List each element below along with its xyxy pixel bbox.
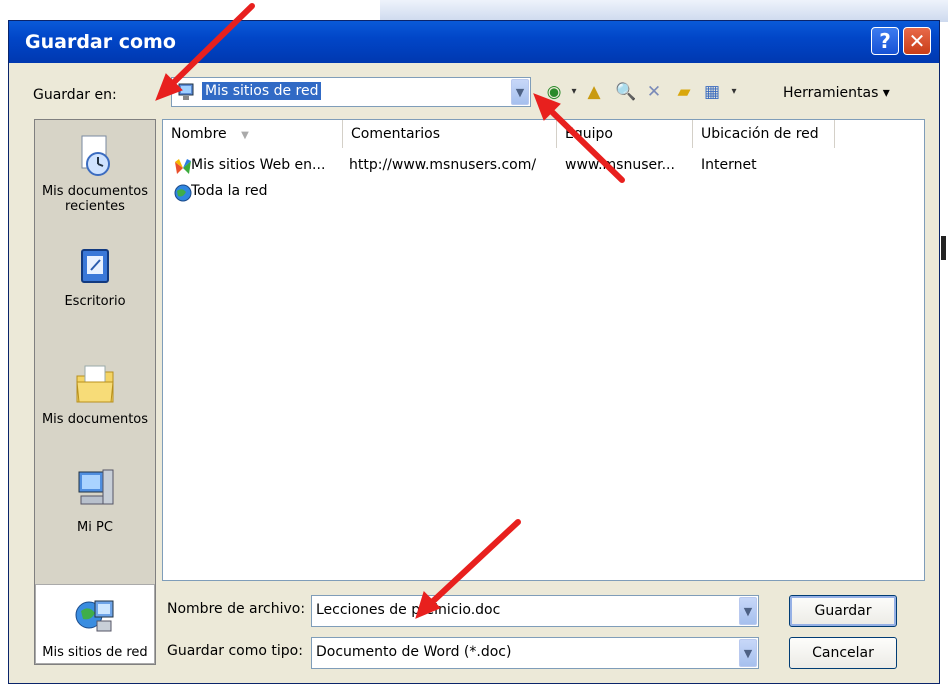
tools-menu[interactable]: Herramientas ▾ — [783, 85, 890, 101]
views-icon[interactable]: ▦ — [701, 81, 723, 103]
column-header-computer[interactable]: Equipo — [557, 120, 693, 148]
file-name: Toda la red — [191, 183, 268, 199]
save-in-value: Mis sitios de red — [202, 82, 322, 100]
save-button[interactable]: Guardar — [789, 595, 897, 627]
up-folder-icon[interactable]: ▲ — [583, 81, 605, 103]
file-name-value: Lecciones de preinicio.doc — [316, 602, 501, 618]
place-label: Escritorio — [64, 294, 126, 309]
save-in-label: Guardar en: — [33, 87, 117, 103]
back-icon[interactable]: ◉ — [543, 81, 565, 103]
place-label: Mis sitios de red — [42, 645, 148, 660]
network-places-icon — [75, 600, 114, 632]
network-places-icon — [178, 83, 194, 100]
desktop-icon — [81, 249, 109, 283]
sort-arrow-icon: ▼ — [241, 130, 249, 141]
column-header-name[interactable]: Nombre ▼ — [163, 120, 343, 148]
file-comment: http://www.msnusers.com/ — [349, 157, 537, 173]
file-name: Mis sitios Web en... — [191, 157, 326, 173]
back-dropdown-icon[interactable]: ▾ — [563, 81, 585, 103]
new-folder-icon[interactable]: ▰ — [673, 81, 695, 103]
msn-butterfly-icon — [175, 159, 191, 174]
place-label: Mi PC — [77, 520, 113, 535]
save-as-dialog: Guardar como ? ✕ Guardar en: Mis sitios … — [8, 20, 940, 684]
column-headers: Nombre ▼ Comentarios Equipo Ubicación de… — [163, 120, 924, 148]
title-bar[interactable]: Guardar como ? ✕ — [9, 21, 939, 63]
file-list[interactable]: Nombre ▼ Comentarios Equipo Ubicación de… — [162, 119, 925, 581]
close-button[interactable]: ✕ — [903, 27, 931, 55]
save-in-combo[interactable]: Mis sitios de red ▼ — [171, 77, 531, 107]
place-label: Mis documentos — [41, 412, 149, 427]
save-in-dropdown-button[interactable]: ▼ — [511, 79, 529, 105]
help-button[interactable]: ? — [871, 27, 899, 55]
globe-network-icon — [174, 184, 192, 202]
file-type-value: Documento de Word (*.doc) — [316, 644, 512, 660]
location-row: Guardar en: Mis sitios de red ▼ ◉ ▾ ▲ 🔍 … — [9, 63, 939, 115]
place-my-documents[interactable]: Mis documentos — [35, 360, 155, 427]
column-header-comments[interactable]: Comentarios — [343, 120, 557, 148]
search-web-icon[interactable]: 🔍 — [615, 81, 637, 103]
file-computer: www.msnuser... — [565, 157, 675, 173]
place-recent-documents[interactable]: Mis documentos recientes — [35, 134, 155, 214]
my-documents-icon — [76, 365, 114, 403]
column-header-location[interactable]: Ubicación de red — [693, 120, 835, 148]
delete-icon[interactable]: ✕ — [643, 81, 665, 103]
cancel-button[interactable]: Cancelar — [789, 637, 897, 669]
my-computer-icon — [78, 469, 114, 505]
file-name-dropdown-button[interactable]: ▼ — [739, 597, 757, 625]
file-location: Internet — [701, 157, 757, 173]
file-type-label: Guardar como tipo: — [167, 643, 303, 659]
place-desktop[interactable]: Escritorio — [35, 246, 155, 309]
background-document-edge — [940, 22, 948, 686]
place-network-places[interactable]: Mis sitios de red — [35, 584, 155, 664]
background-text-mark — [941, 236, 946, 260]
places-bar: Mis documentos recientes Escritorio Mis … — [34, 119, 156, 665]
file-type-dropdown-button[interactable]: ▼ — [739, 639, 757, 667]
recent-documents-icon — [81, 135, 110, 176]
list-item[interactable]: Mis sitios Web en... http://www.msnusers… — [163, 154, 924, 180]
views-dropdown-icon[interactable]: ▾ — [723, 81, 745, 103]
file-type-select[interactable]: Documento de Word (*.doc) ▼ — [311, 637, 759, 669]
place-label: Mis documentos recientes — [41, 184, 149, 214]
list-item[interactable]: Toda la red — [163, 180, 924, 206]
file-name-input[interactable]: Lecciones de preinicio.doc ▼ — [311, 595, 759, 627]
dialog-title: Guardar como — [25, 31, 176, 53]
place-my-computer[interactable]: Mi PC — [35, 466, 155, 535]
file-name-label: Nombre de archivo: — [167, 601, 306, 617]
